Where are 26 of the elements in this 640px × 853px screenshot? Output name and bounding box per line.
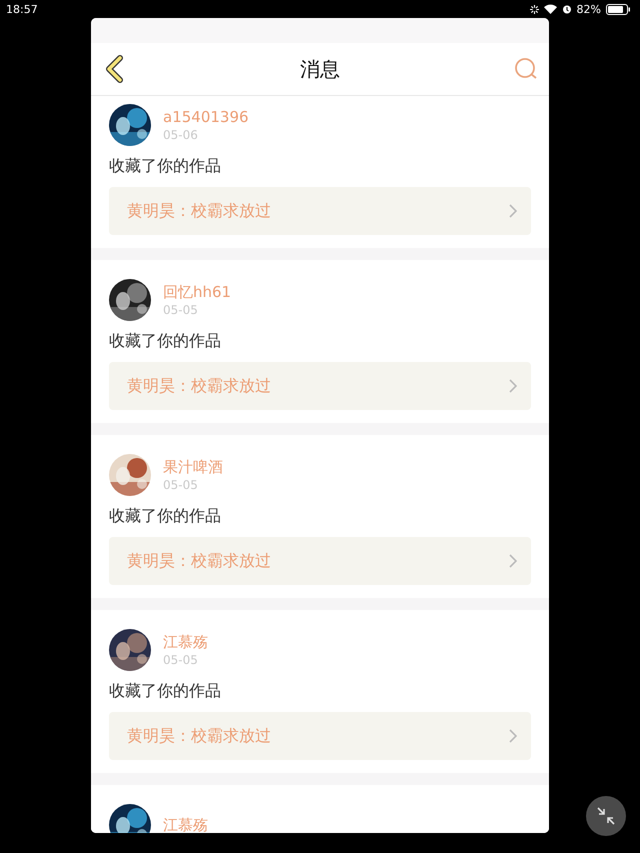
loading-icon: [530, 4, 539, 14]
collapse-button[interactable]: [586, 796, 626, 836]
user-name[interactable]: 江慕殇: [163, 815, 208, 833]
collapse-icon: [596, 806, 616, 826]
message-text: 收藏了你的作品: [109, 155, 222, 177]
status-time: 18:57: [6, 2, 38, 16]
chevron-icon: [509, 204, 517, 218]
chevron-icon: [509, 379, 517, 393]
work-link[interactable]: 黄明昊：校霸求放过: [109, 362, 531, 410]
battery-percent: 82%: [576, 2, 601, 16]
work-link[interactable]: 黄明昊：校霸求放过: [109, 712, 531, 760]
message-text: 收藏了你的作品: [109, 680, 222, 702]
user-name[interactable]: 果汁啤酒: [163, 457, 223, 477]
battery-icon: [606, 4, 630, 14]
wifi-icon: [544, 4, 557, 14]
user-name[interactable]: 江慕殇: [163, 632, 208, 652]
work-link[interactable]: 黄明昊：校霸求放过: [109, 537, 531, 585]
message-text: 收藏了你的作品: [109, 330, 222, 352]
work-link[interactable]: 黄明昊：校霸求放过: [109, 187, 531, 235]
chevron-icon: [509, 554, 517, 568]
alarm-icon: [562, 4, 572, 14]
page-title: 消息: [300, 56, 340, 82]
message-text: 收藏了你的作品: [109, 505, 222, 527]
user-name[interactable]: 回忆hh61: [163, 282, 232, 302]
chevron-icon: [509, 729, 517, 743]
user-name[interactable]: a15401396: [163, 107, 249, 127]
